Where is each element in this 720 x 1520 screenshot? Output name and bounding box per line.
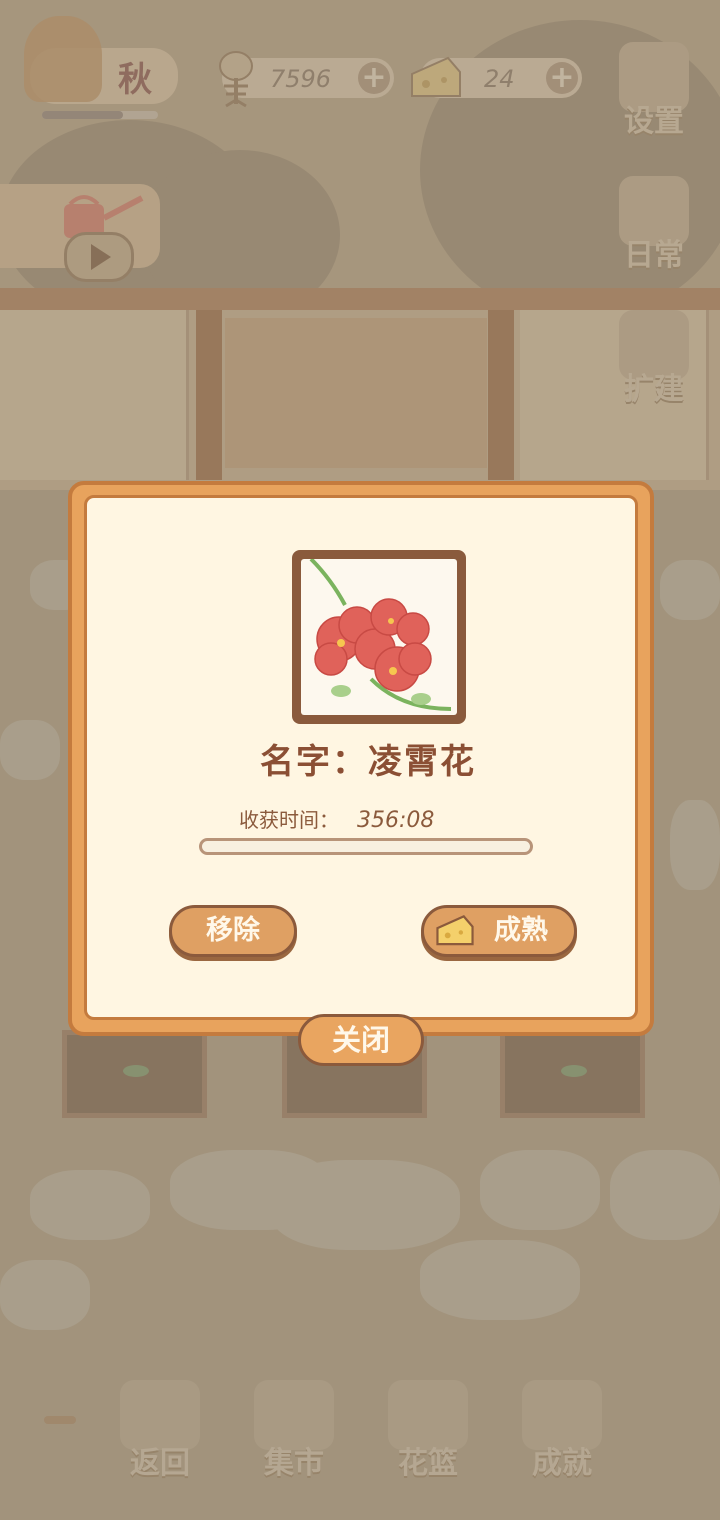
remove-button[interactable]: 移除	[169, 905, 297, 957]
trumpet-creeper-flower-icon	[309, 559, 452, 711]
plant-info-dialog: 名字：凌霄花 收获时间： 356:08 移除 成熟	[68, 481, 654, 1036]
harvest-time-value: 356:08	[357, 808, 435, 833]
cheese-icon	[436, 915, 474, 946]
plant-name: 名字：凌霄花	[260, 742, 476, 782]
ripen-label: 成熟	[494, 915, 548, 946]
harvest-time-row: 收获时间： 356:08	[239, 804, 434, 833]
harvest-time-label: 收获时间：	[239, 808, 339, 832]
plant-portrait-frame	[292, 550, 466, 724]
dialog-panel: 名字：凌霄花 收获时间： 356:08 移除 成熟	[84, 495, 638, 1020]
growth-progress-bar	[199, 838, 533, 855]
close-button[interactable]: 关闭	[298, 1014, 424, 1066]
ripen-button[interactable]: 成熟	[421, 905, 577, 957]
